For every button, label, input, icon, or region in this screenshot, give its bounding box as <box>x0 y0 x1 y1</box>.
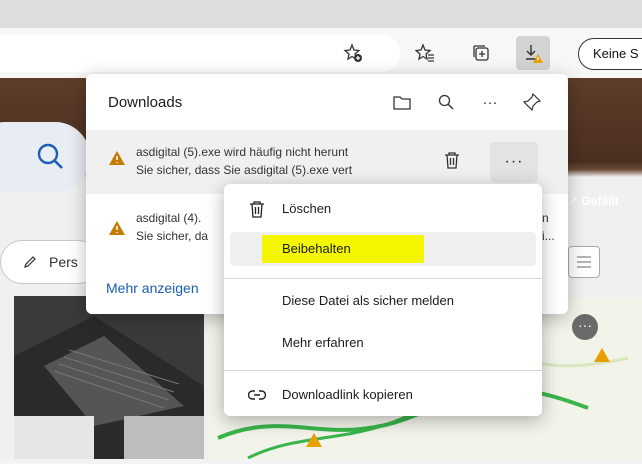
house-image <box>14 296 204 459</box>
star-add-icon <box>343 43 362 62</box>
list-view-button[interactable] <box>568 246 600 278</box>
download-item-line2: Sie sicher, da <box>136 229 209 243</box>
pencil-icon <box>24 256 36 268</box>
menu-item-delete[interactable]: Löschen <box>230 192 536 226</box>
menu-item-learn-more[interactable]: Mehr erfahren <box>230 326 536 360</box>
link-icon <box>248 390 266 400</box>
add-favorite-button[interactable] <box>336 36 370 70</box>
trash-icon <box>250 201 264 218</box>
menu-item-keep[interactable]: Beibehalten <box>230 232 536 266</box>
download-warning-icon <box>526 45 543 63</box>
downloads-title: Downloads <box>108 94 183 111</box>
arrow-icon: ↗ <box>568 194 582 208</box>
open-folder-button[interactable] <box>388 88 416 116</box>
gefallt-label: ↗ Gefällt <box>568 194 619 208</box>
menu-item-label: Diese Datei als sicher melden <box>282 293 454 308</box>
menu-item-label: Mehr erfahren <box>282 335 364 350</box>
persona-chip[interactable]: Pers <box>0 240 100 284</box>
collections-icon <box>473 45 489 61</box>
warning-icon <box>109 221 125 235</box>
search-icon <box>438 94 454 110</box>
menu-separator <box>224 278 542 279</box>
search-box[interactable] <box>0 122 90 192</box>
menu-item-label: Löschen <box>282 201 332 216</box>
warning-icon <box>109 151 125 165</box>
tab-strip <box>0 0 642 28</box>
card-more-button[interactable]: ··· <box>572 314 598 340</box>
download-item-line1: asdigital (5).exe wird häufig nicht heru… <box>136 145 349 159</box>
more-icon: ··· <box>504 153 524 170</box>
menu-item-report-safe[interactable]: Diese Datei als sicher melden <box>230 284 536 318</box>
persona-chip-label: Pers <box>49 254 78 270</box>
delete-download-button[interactable] <box>438 146 466 174</box>
download-item-line1-tail: n <box>542 211 549 225</box>
download-item-line1: asdigital (4). <box>136 211 202 225</box>
menu-item-label: Downloadlink kopieren <box>282 387 413 402</box>
menu-separator <box>224 370 542 371</box>
list-icon <box>577 256 591 268</box>
pin-panel-button[interactable] <box>518 88 546 116</box>
trash-icon <box>445 152 459 169</box>
more-icon: ··· <box>482 93 498 111</box>
collections-button[interactable] <box>464 36 498 70</box>
download-context-menu: Löschen Beibehalten Diese Datei als sich… <box>224 184 542 416</box>
favorites-icon <box>415 43 434 62</box>
download-item-line2: Sie sicher, dass Sie asdigital (5).exe v… <box>136 163 353 177</box>
favorites-button[interactable] <box>408 36 442 70</box>
folder-icon <box>393 96 411 110</box>
search-icon <box>37 143 63 169</box>
house-photo[interactable] <box>14 296 204 459</box>
show-more-link[interactable]: Mehr anzeigen <box>106 280 199 296</box>
pin-icon <box>523 93 541 111</box>
downloads-button[interactable] <box>516 36 550 70</box>
panel-more-button[interactable]: ··· <box>476 88 504 116</box>
keine-button[interactable]: Keine S <box>578 38 642 70</box>
menu-item-label: Beibehalten <box>282 241 351 256</box>
search-downloads-button[interactable] <box>432 88 460 116</box>
download-item-line2-tail: i... <box>542 229 555 243</box>
download-more-button[interactable]: ··· <box>490 142 538 182</box>
menu-item-copy-link[interactable]: Downloadlink kopieren <box>230 378 536 412</box>
